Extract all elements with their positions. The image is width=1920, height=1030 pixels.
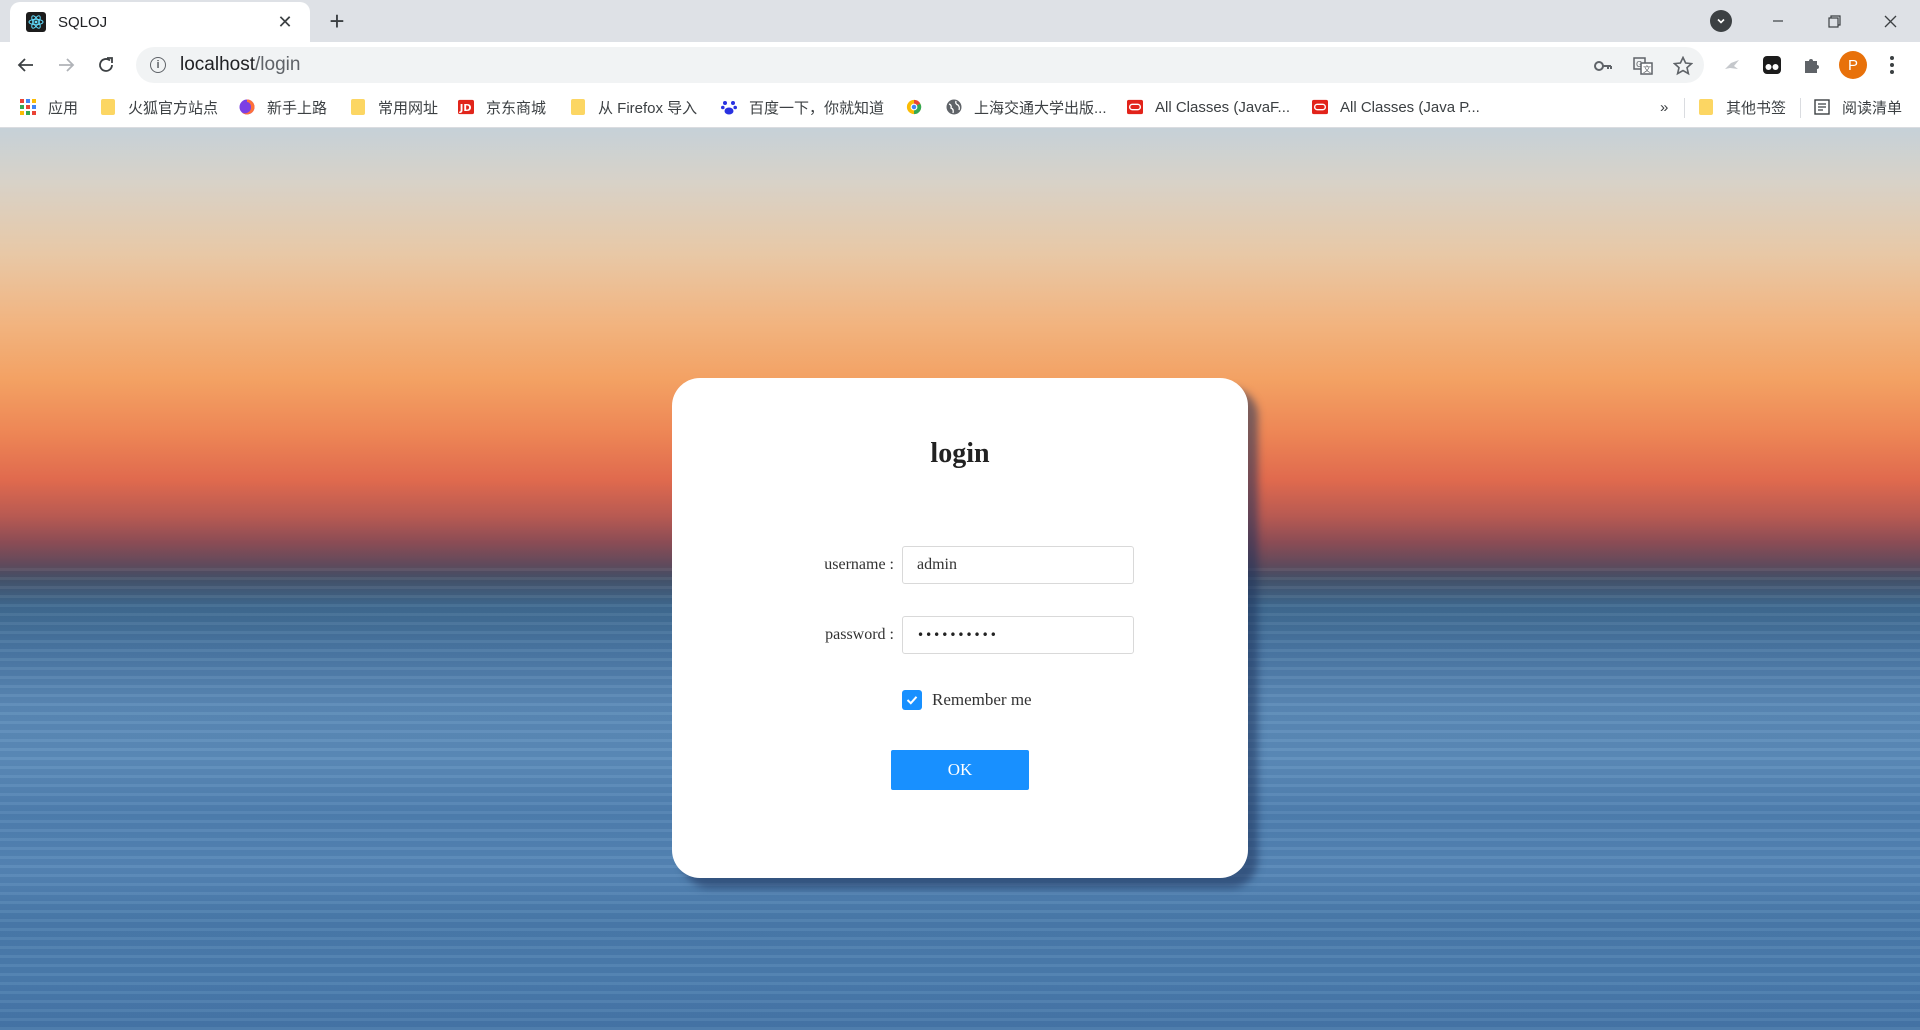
folder-icon (1698, 99, 1714, 115)
browser-tab[interactable]: SQLOJ ✕ (10, 2, 310, 42)
bookmark-label: 新手上路 (267, 99, 328, 117)
tab-strip: SQLOJ ✕ + (0, 0, 1920, 42)
bookmark-javafx-classes[interactable]: All Classes (JavaF... (1127, 88, 1290, 126)
oracle-icon (1127, 99, 1143, 115)
globe-icon (946, 99, 962, 115)
key-icon[interactable] (1592, 55, 1614, 77)
tab-title: SQLOJ (58, 13, 108, 31)
bookmark-label: 从 Firefox 导入 (598, 99, 698, 117)
bookmarks-divider (1684, 98, 1685, 118)
profile-avatar[interactable]: P (1839, 51, 1867, 79)
jd-icon: JD (458, 99, 474, 115)
apps-grid-icon (20, 99, 36, 115)
back-button[interactable] (10, 49, 42, 81)
bookmark-label: 百度一下，你就知道 (749, 99, 885, 117)
username-label: username : (824, 556, 894, 573)
url-host: localhost (180, 54, 255, 75)
password-label: password : (825, 626, 894, 643)
close-tab-icon[interactable]: ✕ (274, 12, 296, 33)
arrow-right-icon (59, 58, 75, 72)
minimize-icon[interactable] (1750, 0, 1806, 42)
bookmark-label: 上海交通大学出版... (974, 99, 1107, 117)
bookmark-label: 火狐官方站点 (128, 99, 219, 117)
checkmark-icon (906, 696, 918, 705)
remember-me-label: Remember me (932, 690, 1032, 709)
bookmark-label: All Classes (Java P... (1340, 98, 1480, 116)
menu-kebab-icon[interactable] (1880, 53, 1904, 77)
bookmark-baidu[interactable]: 百度一下，你就知道 (721, 88, 884, 126)
password-input[interactable]: •••••••••• (902, 616, 1134, 654)
bookmark-label: All Classes (JavaF... (1155, 98, 1291, 116)
bookmark-chrome-site[interactable] (906, 88, 934, 126)
bookmark-firefox-site[interactable]: 火狐官方站点 (100, 88, 218, 126)
react-icon (26, 12, 46, 32)
reload-icon (99, 57, 113, 72)
new-tab-button[interactable]: + (323, 8, 351, 36)
bookmark-apps[interactable]: 应用 (20, 88, 78, 126)
reading-list-button[interactable]: 阅读清单 (1814, 88, 1902, 126)
forward-button[interactable] (50, 49, 82, 81)
folder-icon (100, 99, 116, 115)
reading-list-icon (1814, 99, 1830, 115)
bookmarks-overflow-button[interactable]: » (1660, 88, 1668, 126)
bookmark-label: 其他书签 (1726, 99, 1787, 117)
site-info-icon[interactable]: i (150, 57, 166, 73)
url-path: /login (255, 54, 301, 75)
bookmarks-divider (1800, 98, 1801, 118)
folder-icon (350, 99, 366, 115)
svg-text:文: 文 (1643, 64, 1651, 74)
other-bookmarks-folder[interactable]: 其他书签 (1698, 88, 1786, 126)
bookmark-label: 京东商城 (486, 99, 547, 117)
bookmark-jd[interactable]: JD 京东商城 (458, 88, 546, 126)
bookmark-label: 阅读清单 (1842, 99, 1903, 117)
bookmark-sjtu-press[interactable]: 上海交通大学出版... (946, 88, 1107, 126)
oracle-icon (1312, 99, 1328, 115)
restore-icon[interactable] (1806, 0, 1862, 42)
arrow-left-icon (17, 58, 33, 72)
remember-me-option[interactable]: Remember me (902, 690, 1032, 710)
login-title: login (930, 438, 990, 469)
extensions-puzzle-icon[interactable] (1800, 53, 1824, 77)
bookmark-firefox-import[interactable]: 从 Firefox 导入 (570, 88, 697, 126)
page-background: login username : admin password : ••••••… (0, 128, 1920, 1030)
reload-button[interactable] (90, 49, 122, 81)
login-card: login username : admin password : ••••••… (672, 378, 1248, 878)
tab-search-icon[interactable] (1710, 10, 1732, 32)
chrome-like-icon (906, 99, 922, 115)
firefox-icon (239, 99, 255, 115)
address-bar[interactable]: i localhost/login G文 (136, 47, 1704, 83)
bird-extension-icon[interactable] (1720, 53, 1744, 77)
remember-me-checkbox[interactable] (902, 690, 922, 710)
ok-button[interactable]: OK (891, 750, 1029, 790)
bookmark-java-classes[interactable]: All Classes (Java P... (1312, 88, 1480, 126)
translate-icon[interactable]: G文 (1632, 55, 1654, 77)
baidu-paw-icon (721, 99, 737, 115)
bookmark-label: 常用网址 (378, 99, 439, 117)
folder-icon (570, 99, 586, 115)
svg-text:JD: JD (459, 103, 472, 114)
password-value: •••••••••• (917, 628, 998, 642)
tampermonkey-extension-icon[interactable] (1760, 53, 1784, 77)
bookmark-getting-started[interactable]: 新手上路 (239, 88, 327, 126)
username-value: admin (917, 556, 957, 573)
bookmark-label: 应用 (48, 99, 79, 117)
browser-toolbar: i localhost/login G文 P (0, 42, 1920, 88)
close-window-icon[interactable] (1862, 0, 1918, 42)
bookmark-common-sites[interactable]: 常用网址 (350, 88, 438, 126)
bookmarks-bar: 应用 火狐官方站点 新手上路 常用网址 JD 京东商城 从 Firefox 导入… (0, 88, 1920, 128)
star-bookmark-icon[interactable] (1672, 55, 1694, 77)
username-input[interactable]: admin (902, 546, 1134, 584)
svg-text:G: G (1636, 60, 1642, 69)
